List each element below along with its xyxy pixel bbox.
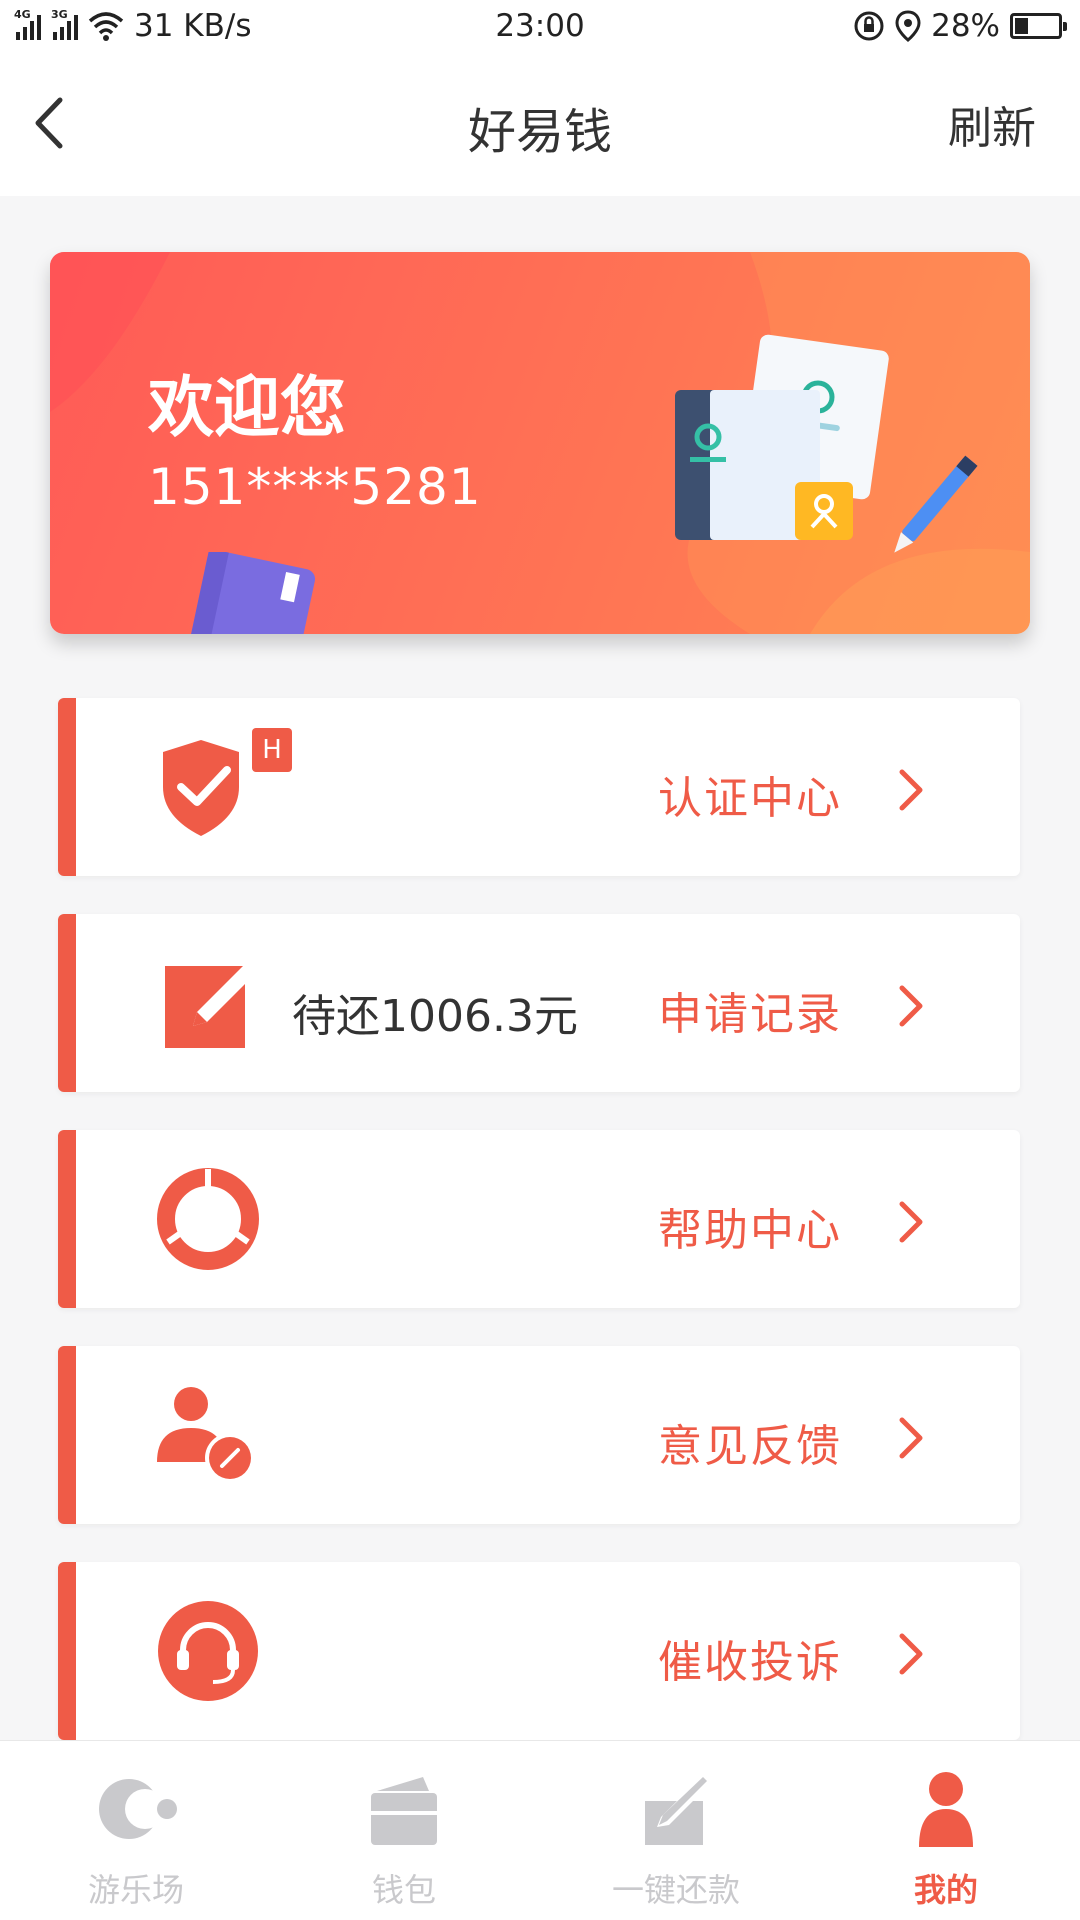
menu-item-label: 帮助中心 (658, 1205, 842, 1256)
menu-accent-bar (58, 698, 76, 876)
chevron-right-icon (899, 1201, 923, 1243)
verification-badge: H (252, 728, 292, 772)
menu-item-label: 意见反馈 (658, 1421, 842, 1472)
menu-item-collection-complaint[interactable]: 催收投诉 (58, 1562, 1020, 1740)
menu-accent-bar (58, 914, 76, 1092)
menu-item-label: 认证中心 (658, 773, 842, 824)
status-right: 28% (853, 8, 1067, 44)
menu-item-feedback[interactable]: 意见反馈 (58, 1346, 1020, 1524)
chevron-right-icon (899, 769, 923, 811)
nav-item-mine[interactable]: 我的 (846, 1769, 1046, 1909)
amount-due-text: 待还1006.3元 (292, 991, 578, 1042)
notebook-illustration-icon (186, 552, 316, 634)
location-icon (895, 10, 921, 42)
status-bar: 4G 3G 31 KB/s 23:00 28% (0, 0, 1080, 58)
chevron-right-icon (899, 1633, 923, 1675)
menu-item-label: 申请记录 (658, 989, 842, 1040)
battery-icon (1010, 13, 1067, 39)
menu-accent-bar (58, 1130, 76, 1308)
nav-label: 游乐场 (87, 1871, 184, 1909)
rotation-lock-icon (854, 11, 884, 41)
wallet-icon (371, 1777, 437, 1845)
welcome-card: 欢迎您 151****5281 (50, 252, 1030, 634)
nav-label: 我的 (913, 1871, 978, 1909)
nav-item-one-click-repay[interactable]: 一键还款 (576, 1769, 776, 1909)
nav-item-playground[interactable]: 游乐场 (36, 1769, 236, 1909)
nav-label: 一键还款 (611, 1871, 740, 1909)
battery-percent: 28% (931, 8, 1000, 44)
edit-icon (165, 962, 257, 1048)
user-feedback-icon (157, 1387, 255, 1483)
chevron-right-icon (899, 1417, 923, 1459)
menu-item-help-center[interactable]: 帮助中心 (58, 1130, 1020, 1308)
headset-icon (158, 1601, 258, 1701)
app-header: 好易钱 刷新 (0, 58, 1080, 196)
menu-item-label: 催收投诉 (658, 1637, 842, 1688)
profile-icon (919, 1772, 973, 1847)
menu-accent-bar (58, 1562, 76, 1740)
nav-label: 钱包 (371, 1871, 436, 1909)
lifebuoy-icon (157, 1168, 259, 1270)
refresh-button[interactable]: 刷新 (948, 92, 1036, 156)
page-title: 好易钱 (467, 104, 612, 160)
nav-item-wallet[interactable]: 钱包 (304, 1769, 504, 1909)
menu-item-verification-center[interactable]: H 认证中心 (58, 698, 1020, 876)
bottom-navigation: 游乐场 钱包 一键还款 我的 (0, 1740, 1080, 1920)
welcome-phone: 151****5281 (148, 458, 482, 516)
shield-check-icon (163, 740, 239, 836)
documents-illustration-icon (675, 334, 978, 553)
chevron-right-icon (899, 985, 923, 1027)
repay-icon (645, 1777, 709, 1845)
welcome-greeting: 欢迎您 (148, 369, 346, 446)
menu-item-application-records[interactable]: 待还1006.3元 申请记录 (58, 914, 1020, 1092)
menu-accent-bar (58, 1346, 76, 1524)
moon-icon (99, 1779, 177, 1839)
